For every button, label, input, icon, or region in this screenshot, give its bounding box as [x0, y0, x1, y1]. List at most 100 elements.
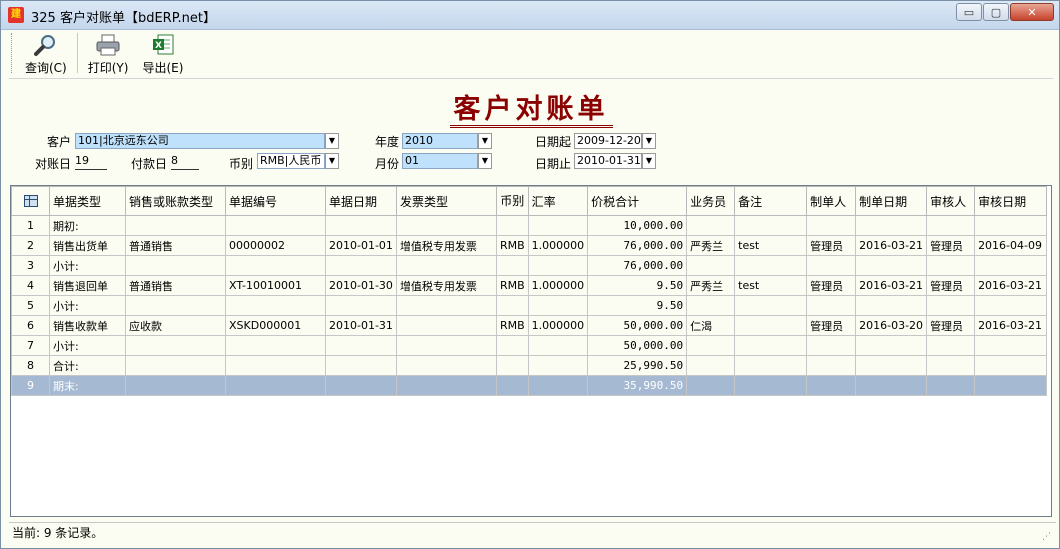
table-cell[interactable]: 管理员: [926, 315, 976, 336]
column-header[interactable]: 制单日期: [855, 186, 928, 216]
table-cell[interactable]: XT-10010001: [225, 275, 326, 296]
table-cell[interactable]: [395, 255, 497, 276]
table-cell[interactable]: [125, 375, 226, 396]
table-cell[interactable]: [926, 215, 976, 236]
table-cell[interactable]: [855, 215, 928, 236]
column-header[interactable]: 汇率: [527, 186, 589, 216]
column-header[interactable]: 业务员: [686, 186, 736, 216]
table-cell[interactable]: test: [734, 235, 808, 256]
table-cell[interactable]: 增值税专用发票: [395, 275, 497, 296]
table-cell[interactable]: [855, 375, 928, 396]
table-cell[interactable]: 25,990.50: [587, 355, 688, 376]
table-cell[interactable]: 1.000000: [527, 275, 589, 296]
column-header[interactable]: 价税合计: [587, 186, 688, 216]
column-header[interactable]: 审核人: [926, 186, 976, 216]
table-cell[interactable]: 小计:: [49, 335, 126, 356]
table-cell[interactable]: RMB: [495, 315, 529, 336]
table-row[interactable]: 3 小计: 76,000.00: [11, 255, 1048, 276]
table-cell[interactable]: 10,000.00: [587, 215, 688, 236]
table-cell[interactable]: [495, 215, 529, 236]
table-cell[interactable]: 合计:: [49, 355, 126, 376]
table-cell[interactable]: 管理员: [926, 235, 976, 256]
table-row[interactable]: 4 销售退回单 普通销售 XT-10010001 2010-01-30 增值税专用发票 RM…: [11, 275, 1048, 296]
table-cell[interactable]: [395, 375, 497, 396]
table-cell[interactable]: 销售出货单: [49, 235, 126, 256]
table-cell[interactable]: 增值税专用发票: [395, 235, 497, 256]
table-cell[interactable]: [225, 335, 326, 356]
table-cell[interactable]: [926, 255, 976, 276]
table-cell[interactable]: [225, 255, 326, 276]
table-cell[interactable]: 销售收款单: [49, 315, 126, 336]
table-cell[interactable]: [495, 335, 529, 356]
table-cell[interactable]: [495, 255, 529, 276]
table-cell[interactable]: [125, 355, 226, 376]
table-cell[interactable]: 2016-03-21: [855, 235, 928, 256]
table-cell[interactable]: [527, 255, 589, 276]
table-cell[interactable]: [225, 295, 326, 316]
table-cell[interactable]: [926, 355, 976, 376]
table-cell[interactable]: [527, 355, 589, 376]
table-cell[interactable]: [974, 355, 1048, 376]
table-cell[interactable]: XSKD000001: [225, 315, 326, 336]
currency-dropdown-arrow[interactable]: ▼: [325, 153, 339, 169]
table-cell[interactable]: [125, 255, 226, 276]
row-number-cell[interactable]: 8: [11, 355, 50, 376]
title-bar[interactable]: 建 325 客户对账单【bdERP.net】 ▭ ▢ ✕: [1, 1, 1059, 30]
row-number-cell[interactable]: 9: [11, 375, 50, 396]
table-cell[interactable]: [125, 295, 226, 316]
table-cell[interactable]: [734, 255, 808, 276]
table-cell[interactable]: 销售退回单: [49, 275, 126, 296]
table-cell[interactable]: [734, 355, 808, 376]
table-cell[interactable]: [395, 315, 497, 336]
table-cell[interactable]: 期初:: [49, 215, 126, 236]
column-header[interactable]: 发票类型: [395, 186, 497, 216]
table-cell[interactable]: [325, 375, 397, 396]
query-button[interactable]: 查询(C): [21, 31, 71, 78]
row-number-cell[interactable]: 7: [11, 335, 50, 356]
print-button[interactable]: 打印(Y): [84, 31, 133, 78]
table-cell[interactable]: [855, 295, 928, 316]
column-header[interactable]: 备注: [734, 186, 808, 216]
table-cell[interactable]: 50,000.00: [587, 315, 688, 336]
column-header[interactable]: 单据日期: [325, 186, 397, 216]
table-cell[interactable]: 管理员: [806, 315, 857, 336]
table-cell[interactable]: 2016-03-21: [855, 275, 928, 296]
column-header[interactable]: 制单人: [806, 186, 857, 216]
payment-day-field[interactable]: 8: [171, 153, 199, 170]
table-cell[interactable]: [686, 375, 736, 396]
table-cell[interactable]: 1.000000: [527, 235, 589, 256]
table-cell[interactable]: 管理员: [806, 275, 857, 296]
table-cell[interactable]: [686, 335, 736, 356]
table-cell[interactable]: [734, 335, 808, 356]
table-cell[interactable]: [125, 335, 226, 356]
table-cell[interactable]: 小计:: [49, 255, 126, 276]
minimize-button[interactable]: ▭: [956, 3, 982, 21]
table-cell[interactable]: [527, 335, 589, 356]
table-row[interactable]: 9 期末: 35,990.50: [11, 375, 1048, 396]
row-number-cell[interactable]: 1: [11, 215, 50, 236]
table-cell[interactable]: [926, 295, 976, 316]
month-select[interactable]: 01: [402, 153, 478, 169]
table-cell[interactable]: [806, 215, 857, 236]
month-dropdown-arrow[interactable]: ▼: [478, 153, 492, 169]
table-cell[interactable]: [325, 335, 397, 356]
table-cell[interactable]: 2016-04-09: [974, 235, 1048, 256]
table-cell[interactable]: [395, 215, 497, 236]
table-cell[interactable]: [855, 355, 928, 376]
table-cell[interactable]: [125, 215, 226, 236]
date-to-dropdown-arrow[interactable]: ▼: [642, 153, 656, 169]
column-header[interactable]: 币别: [495, 186, 529, 216]
table-cell[interactable]: [395, 295, 497, 316]
column-header[interactable]: 销售或账款类型: [125, 186, 226, 216]
table-cell[interactable]: [325, 255, 397, 276]
table-cell[interactable]: [974, 375, 1048, 396]
close-button[interactable]: ✕: [1010, 3, 1054, 21]
table-cell[interactable]: [325, 295, 397, 316]
table-cell[interactable]: test: [734, 275, 808, 296]
table-cell[interactable]: 普通销售: [125, 235, 226, 256]
table-cell[interactable]: [686, 215, 736, 236]
table-cell[interactable]: 76,000.00: [587, 255, 688, 276]
column-header[interactable]: 单据类型: [49, 186, 126, 216]
statement-grid[interactable]: 单据类型 销售或账款类型 单据编号 单据日期 发票类型 币别 汇率 价税合计 业务员 备注 制单人制…: [10, 185, 1052, 517]
table-cell[interactable]: 仁渴: [686, 315, 736, 336]
